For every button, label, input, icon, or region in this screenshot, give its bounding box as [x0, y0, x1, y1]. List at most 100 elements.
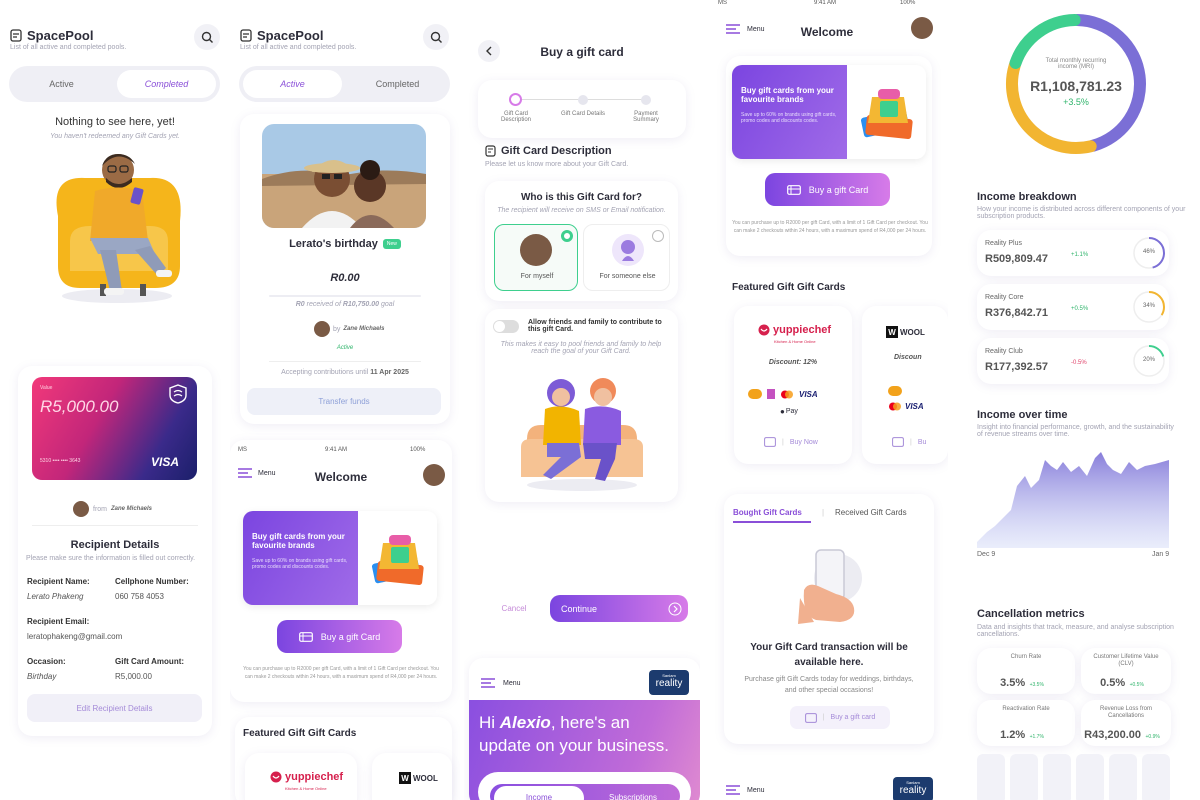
business-dashboard: Menu Sanlam reality Hi Alexio, here's an… — [469, 658, 700, 800]
occasion-label: Occasion: — [27, 657, 66, 666]
plan-value: R509,809.47 — [985, 253, 1048, 265]
tab-switcher: Active Completed — [239, 66, 450, 102]
profile-avatar[interactable] — [911, 17, 933, 39]
tab-active[interactable]: Active — [243, 70, 342, 98]
transaction-subtitle: Purchase gift Gift Cards today for weddi… — [744, 676, 914, 694]
step-1-label: Gift Card Description — [500, 111, 531, 123]
recipient-email-value: leratophakeng@gmail.com — [27, 632, 123, 641]
step-1-dot[interactable] — [509, 93, 522, 106]
tab-subscriptions[interactable]: Subscriptions — [588, 786, 678, 800]
welcome-title: Welcome — [314, 470, 368, 484]
section-subtitle: Please let us know more about your Gift … — [485, 161, 629, 168]
yuppiechef-subtitle: Kitchen & Home Online — [774, 339, 816, 344]
metric-tile[interactable]: Churn Rate 3.5% +3.5% — [977, 648, 1075, 694]
buy-gift-card-button[interactable]: Buy a gift Card — [765, 173, 890, 206]
someone-avatar — [612, 234, 644, 266]
tab-income[interactable]: Income — [494, 786, 584, 800]
tab-received[interactable]: Received Gift Cards — [835, 508, 907, 517]
column-spacepool-completed: SpacePool List of all active and complet… — [0, 0, 230, 800]
search-button[interactable] — [194, 24, 220, 50]
radio-unselected[interactable] — [652, 230, 664, 242]
logo-text: reality — [899, 785, 927, 796]
promo-banner[interactable]: Buy gift cards from your favourite brand… — [732, 65, 926, 159]
brand-card-yuppiechef[interactable]: yuppiechef Kitchen & Home Online — [245, 753, 357, 800]
status-time: 9:41 AM — [325, 447, 348, 453]
plan-card[interactable]: Reality Club R177,392.57 -0.5% 20% — [977, 338, 1169, 384]
contribution-card: Allow friends and family to contribute t… — [485, 309, 678, 502]
featured-section: Featured Gift Gift Cards yuppiechef Kitc… — [235, 717, 452, 800]
option-for-someone-else[interactable]: For someone else — [583, 224, 670, 291]
tab-completed[interactable]: Completed — [345, 66, 450, 102]
gift-cards-illustration — [861, 89, 913, 140]
discount-label: Discount: 12% — [768, 359, 818, 366]
plan-pct: 20% — [1142, 357, 1155, 363]
brand-card-yuppiechef[interactable]: yuppiechef Kitchen & Home Online Discoun… — [734, 306, 852, 464]
promo-title: Buy gift cards from your favourite brand… — [252, 532, 345, 550]
metric-tile[interactable]: Revenue Loss from Cancellations R43,200.… — [1081, 700, 1171, 746]
contribution-title: Allow friends and family to contribute t… — [528, 319, 662, 333]
buy-now-label: Buy Now — [789, 438, 818, 446]
metric-tile[interactable]: Reactivation Rate 1.2% +1.7% — [977, 700, 1075, 746]
tab-active[interactable]: Active — [9, 66, 114, 102]
card-value-label: Value — [40, 385, 53, 391]
pool-status: Active — [336, 345, 354, 351]
section-title: Gift Card Description — [501, 145, 612, 157]
received-amount: R0 — [295, 301, 305, 308]
promo-section: Buy gift cards from your favourite brand… — [726, 56, 932, 256]
gift-card-icon — [764, 437, 776, 447]
cancel-title: Cancellation metrics — [977, 608, 1085, 620]
option-else-label: For someone else — [599, 273, 656, 280]
status-carrier: MS — [238, 447, 247, 453]
card-number: 5310 •••• •••• 3643 — [40, 458, 81, 464]
tab-bought[interactable]: Bought Gift Cards — [733, 508, 802, 517]
transfer-funds-button[interactable]: Transfer funds — [247, 388, 441, 415]
cancel-button[interactable]: Cancel — [479, 595, 549, 622]
plan-card[interactable]: Reality Plus R509,809.47 +1.1% 46% — [977, 230, 1169, 276]
buy-label: Bu — [917, 438, 927, 446]
card-brand: VISA — [151, 455, 180, 469]
promo-banner[interactable]: Buy gift cards from your favourite brand… — [243, 511, 437, 605]
donut-label: Total monthly recurring income (MRI) — [1045, 58, 1107, 70]
continue-button[interactable]: Continue — [550, 595, 688, 622]
menu-button[interactable]: Menu — [481, 678, 521, 688]
by-name: Zane Michaels — [343, 326, 385, 332]
mastercard-icon — [889, 402, 901, 411]
option-for-myself[interactable]: For myself — [494, 224, 578, 291]
ebucks-icon — [888, 386, 902, 396]
metric-change: +3.5% — [1029, 682, 1044, 688]
pool-card[interactable]: Lerato's birthday New R0.00 R0 received … — [240, 114, 450, 424]
buy-gift-card-link[interactable]: | Buy a gift card — [790, 706, 890, 729]
hero-hi: Hi — [479, 713, 500, 732]
plan-value: R376,842.71 — [985, 307, 1048, 319]
buy-gift-card-button[interactable]: Buy a gift Card — [277, 620, 402, 653]
yuppiechef-name: yuppiechef — [285, 771, 344, 783]
bar-placeholder — [1109, 754, 1137, 800]
bar-placeholder — [977, 754, 1005, 800]
profile-avatar[interactable] — [423, 464, 445, 486]
buy-button[interactable]: | Bu — [892, 437, 926, 447]
metric-value-row: 3.5% +3.5% — [977, 673, 1067, 691]
transaction-title: Your Gift Card transaction will be avail… — [750, 642, 908, 668]
search-button[interactable] — [423, 24, 449, 50]
column-welcome-featured: MS 9:41 AM 100% Menu Welcome Buy gift ca… — [712, 0, 948, 800]
income-area-chart — [977, 452, 1169, 548]
brand-card-woolworths[interactable]: W WOOL — [372, 753, 452, 800]
brand-card-woolworths[interactable]: W WOOL Discoun VISA | Bu — [862, 306, 948, 464]
separator: | — [822, 714, 825, 721]
plan-card[interactable]: Reality Core R376,842.71 +0.5% 34% — [977, 284, 1169, 330]
buy-now-button[interactable]: | Buy Now — [764, 437, 818, 447]
gift-doc-icon — [10, 29, 22, 42]
edit-recipient-button[interactable]: Edit Recipient Details — [27, 694, 202, 722]
menu-button-2[interactable]: Menu — [726, 785, 765, 795]
avatar — [73, 501, 89, 517]
step-2-dot[interactable] — [578, 95, 588, 105]
bar-placeholder — [1142, 754, 1170, 800]
step-3-dot[interactable] — [641, 95, 651, 105]
tab-completed[interactable]: Completed — [117, 70, 216, 98]
by-row: by Zane Michaels — [314, 321, 384, 337]
radio-selected[interactable] — [561, 230, 573, 242]
metric-change: +0.5% — [1129, 682, 1144, 688]
metric-tile[interactable]: Customer Lifetime Value (CLV) 0.5% +0.5% — [1081, 648, 1171, 694]
metric-label: Churn Rate — [1010, 654, 1042, 660]
contribution-toggle[interactable] — [493, 320, 519, 333]
